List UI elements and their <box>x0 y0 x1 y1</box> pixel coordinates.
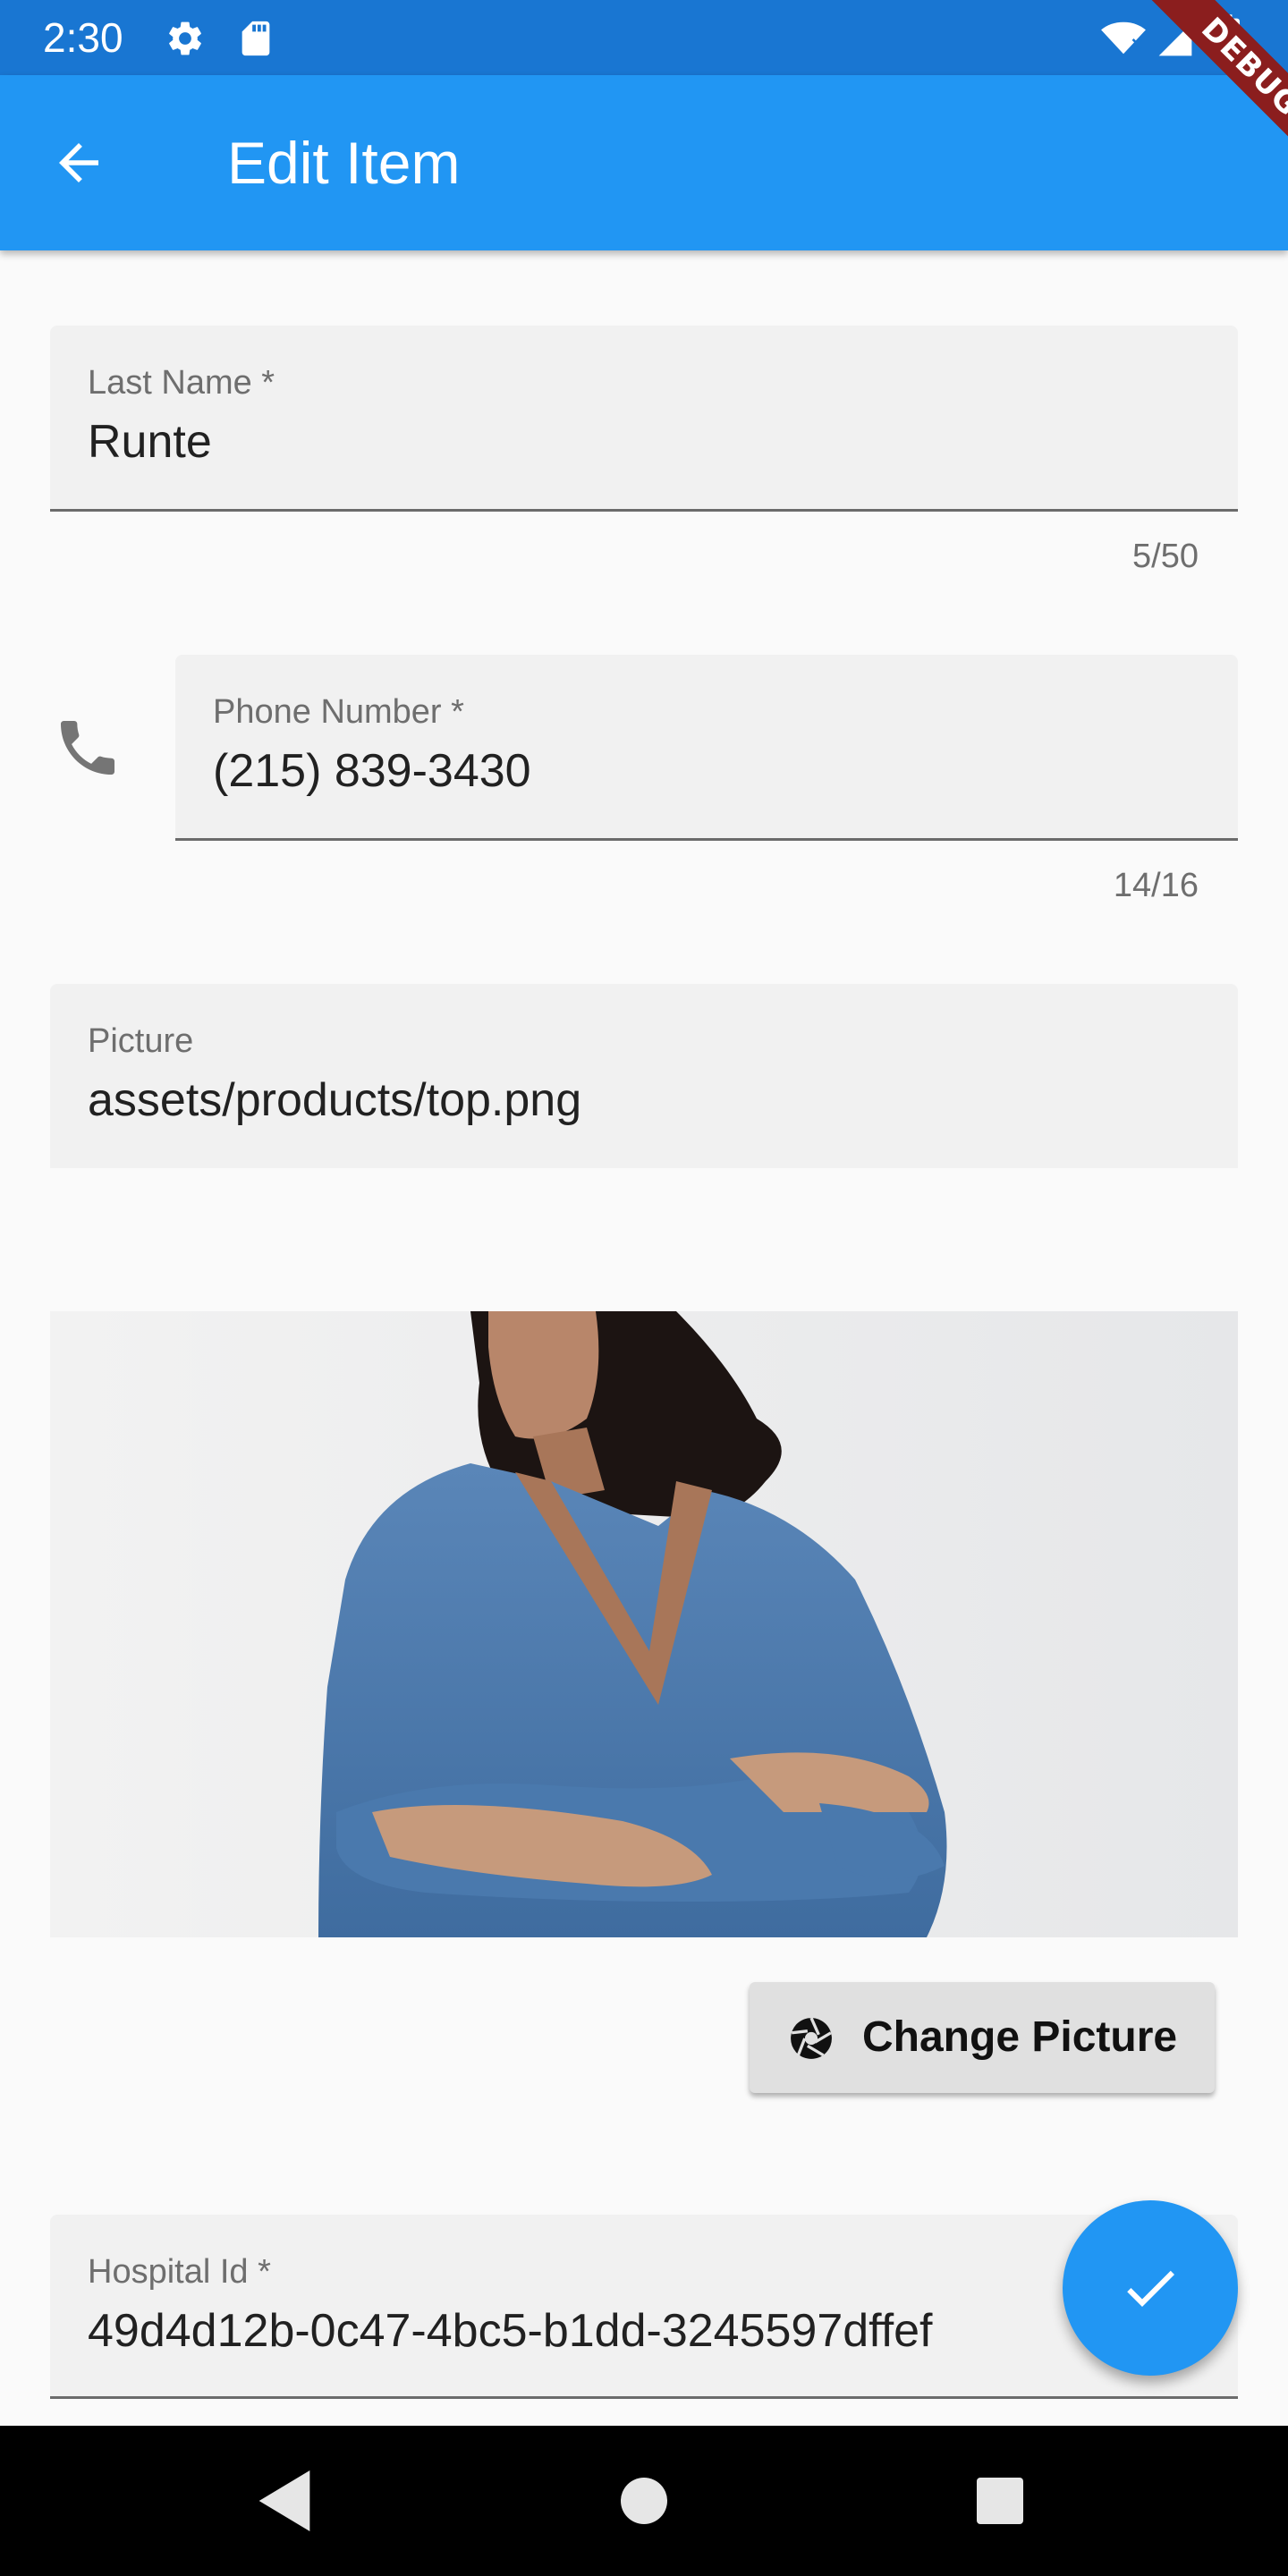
nav-recents-icon[interactable] <box>977 2478 1023 2524</box>
status-bar: 2:30 <box>0 0 1288 75</box>
sd-card-icon <box>242 21 270 56</box>
phone-number-field[interactable]: Phone Number * (215) 839-3430 <box>175 655 1238 841</box>
phone-icon <box>61 721 114 775</box>
page-title: Edit Item <box>227 130 461 196</box>
phone-number-value: (215) 839-3430 <box>213 745 531 797</box>
status-time: 2:30 <box>43 14 123 61</box>
arrow-back-icon <box>59 143 98 182</box>
app-bar: Edit Item <box>0 75 1288 250</box>
check-icon <box>1127 2270 1174 2307</box>
last-name-field[interactable]: Last Name * Runte <box>50 326 1238 512</box>
hospital-id-value: 49d4d12b-0c47-4bc5-b1dd-3245597dffef <box>88 2305 933 2357</box>
nav-home-icon[interactable] <box>621 2478 667 2524</box>
wifi-icon <box>1101 21 1146 55</box>
back-button[interactable] <box>36 120 122 206</box>
hospital-id-field[interactable]: Hospital Id * 49d4d12b-0c47-4bc5-b1dd-32… <box>50 2215 1238 2399</box>
last-name-counter: 5/50 <box>1132 538 1199 575</box>
picture-field[interactable]: Picture assets/products/top.png <box>50 984 1238 1168</box>
change-picture-label: Change Picture <box>862 2013 1178 2061</box>
battery-icon <box>1213 14 1240 61</box>
product-image <box>50 1311 1238 1937</box>
change-picture-button[interactable]: Change Picture <box>750 1982 1215 2093</box>
nav-back-icon[interactable] <box>258 2470 311 2531</box>
save-fab-button[interactable] <box>1063 2200 1238 2376</box>
hospital-id-label: Hospital Id * <box>88 2253 271 2291</box>
signal-icon <box>1158 22 1192 56</box>
product-photo <box>50 1311 1238 1937</box>
last-name-value: Runte <box>88 416 212 468</box>
camera-shutter-icon <box>791 2017 832 2059</box>
picture-label: Picture <box>88 1022 194 1060</box>
last-name-label: Last Name * <box>88 364 275 402</box>
phone-number-counter: 14/16 <box>1113 867 1199 904</box>
gear-icon <box>169 21 201 55</box>
phone-number-label: Phone Number * <box>213 693 464 731</box>
picture-value: assets/products/top.png <box>88 1074 582 1126</box>
